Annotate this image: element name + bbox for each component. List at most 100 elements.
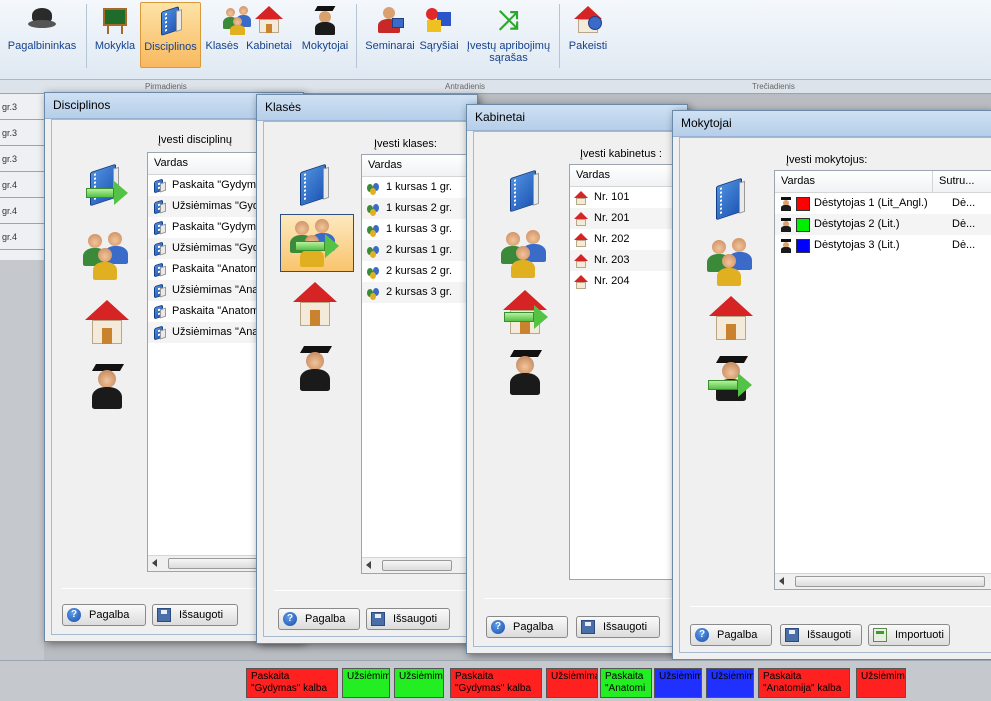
disciplinos-help-button[interactable]: ? Pagalba [62,604,146,626]
book-icon [152,199,166,214]
book-icon [90,163,116,207]
toolbar-mokytojai-button[interactable]: Mokytojai [297,2,353,68]
dialog-title: Mokytojai [673,111,991,137]
klases-list[interactable]: Vardas 1 kursas 1 gr. 1 kursas 2 gr. 1 kur… [361,154,476,574]
dialog-title: Klasės [257,95,477,121]
lesson-chip[interactable]: Paskaita "Gydymas" kalba [246,668,338,698]
disciplinos-nav-group[interactable] [80,228,136,284]
klases-nav-teacher[interactable] [288,342,344,398]
klases-nav-book[interactable] [288,160,344,216]
help-icon: ? [67,608,81,622]
kabinetai-nav-book[interactable] [498,166,554,222]
toolbar-mokykla-button[interactable]: Mokykla [92,2,138,68]
lesson-chip[interactable]: Paskaita "Anatomi [600,668,652,698]
toolbar-klases-button[interactable]: Klasės [203,2,251,68]
list-item[interactable]: 2 kursas 1 gr. [362,240,475,261]
group-icon [366,202,380,216]
teacher-icon [779,196,793,211]
list-item[interactable]: 1 kursas 3 gr. [362,219,475,240]
book-icon [155,5,187,37]
toolbar-apribojimu-sarasas-button[interactable]: ⤨ Įvestų apribojimų sąrašas [461,2,556,68]
list-item[interactable]: Dėstytojas 2 (Lit.) Dė... [775,214,991,235]
house-icon [574,232,588,247]
help-icon: ? [491,620,505,634]
mokytojai-save-button[interactable]: Išsaugoti [780,624,862,646]
book-icon [152,220,166,235]
group-icon [366,181,380,195]
toolbar-pakeisti-button[interactable]: Pakeisti [565,2,611,68]
book-icon [300,163,326,207]
house-icon [253,4,285,36]
list-item[interactable]: 2 kursas 2 gr. [362,261,475,282]
klases-save-button[interactable]: Išsaugoti [366,608,450,630]
kabinetai-nav-group[interactable] [498,226,554,282]
kabinetai-list[interactable]: Vardas Nr. 101 Nr. 201 Nr. 202 Nr. 203 Nr. 2… [569,164,684,580]
horizontal-scrollbar[interactable] [775,573,991,589]
column-header-vardas[interactable]: Vardas [362,155,475,176]
toolbar-disciplinos-button[interactable]: Disciplinos [140,2,201,68]
list-item[interactable]: Nr. 203 [570,250,683,271]
lesson-chip[interactable]: Užsiėmimas [394,668,444,698]
horizontal-scrollbar[interactable] [362,557,475,573]
kabinetai-nav-teacher[interactable] [498,346,554,402]
list-item[interactable]: Nr. 202 [570,229,683,250]
mokytojai-nav-teacher[interactable] [704,352,760,408]
toolbar-kabinetai-button[interactable]: Kabinetai [242,2,296,68]
list-item[interactable]: Dėstytojas 3 (Lit.) Dė... [775,235,991,256]
mokytojai-list[interactable]: Vardas Sutru... Dėstytojas 1 (Lit_Angl.)… [774,170,991,590]
list-item[interactable]: Dėstytojas 1 (Lit_Angl.) Dė... [775,193,991,214]
kabinetai-prompt: Įvesti kabinetus : [580,148,662,160]
replace-icon [572,4,604,36]
save-icon [581,620,595,634]
book-icon [716,177,742,221]
column-header-sutrumpinimas[interactable]: Sutru... [933,171,991,192]
column-header-vardas[interactable]: Vardas [570,165,683,186]
klases-nav-group[interactable] [280,214,354,272]
shapes-icon [423,4,455,36]
list-item[interactable]: Nr. 204 [570,271,683,292]
mokytojai-import-button[interactable]: Importuoti [868,624,950,646]
klases-help-button[interactable]: ? Pagalba [278,608,360,630]
import-icon [873,628,887,642]
mokytojai-nav-book[interactable] [704,174,760,230]
list-item[interactable]: 1 kursas 1 gr. [362,177,475,198]
mokytojai-help-button[interactable]: ? Pagalba [690,624,772,646]
book-icon [152,304,166,319]
lesson-chip[interactable]: Užsiėmimas [342,668,390,698]
disciplinos-nav-book[interactable] [80,160,136,216]
lesson-chip[interactable]: Paskaita "Gydymas" kalba [450,668,542,698]
toolbar-sarysiai-button[interactable]: Sąryšiai [419,2,459,68]
list-item[interactable]: Nr. 101 [570,187,683,208]
book-icon [152,178,166,193]
dialog-title: Kabinetai [467,105,687,131]
toolbar-seminarai-button[interactable]: Seminarai [362,2,418,68]
disciplinos-nav-house[interactable] [80,296,136,352]
lesson-chip[interactable]: Užsiėmimas [546,668,598,698]
list-item[interactable]: 1 kursas 2 gr. [362,198,475,219]
lesson-chip[interactable]: Užsiėmimas [856,668,906,698]
disciplinos-save-button[interactable]: Išsaugoti [152,604,238,626]
column-header-vardas[interactable]: Vardas [775,171,933,192]
ribbon-toolbar: Pagalbininkas Mokykla Disciplinos Klasės… [0,0,991,80]
lesson-chip[interactable]: Paskaita "Anatomija" kalba [758,668,850,698]
teacher-icon [779,217,793,232]
lesson-chip[interactable]: Užsiėmimas [706,668,754,698]
save-icon [785,628,799,642]
kabinetai-nav-house[interactable] [498,286,554,342]
schedule-row: gr.3 [0,120,44,146]
list-item[interactable]: Nr. 201 [570,208,683,229]
kabinetai-help-button[interactable]: ? Pagalba [486,616,568,638]
lesson-chip[interactable]: Užsiėmimas [654,668,702,698]
disciplinos-nav-teacher[interactable] [80,360,136,416]
mokytojai-nav-group[interactable] [704,234,760,290]
list-item[interactable]: 2 kursas 3 gr. [362,282,475,303]
group-icon [366,223,380,237]
kabinetai-save-button[interactable]: Išsaugoti [576,616,660,638]
toolbar-pagalbininkas-button[interactable]: Pagalbininkas [2,2,82,68]
book-icon [152,262,166,277]
helper-hat-icon [26,4,58,36]
mokytojai-nav-house[interactable] [704,292,760,348]
klases-nav-house[interactable] [288,278,344,334]
schedule-row: gr.4 [0,224,44,250]
book-icon [510,169,536,213]
